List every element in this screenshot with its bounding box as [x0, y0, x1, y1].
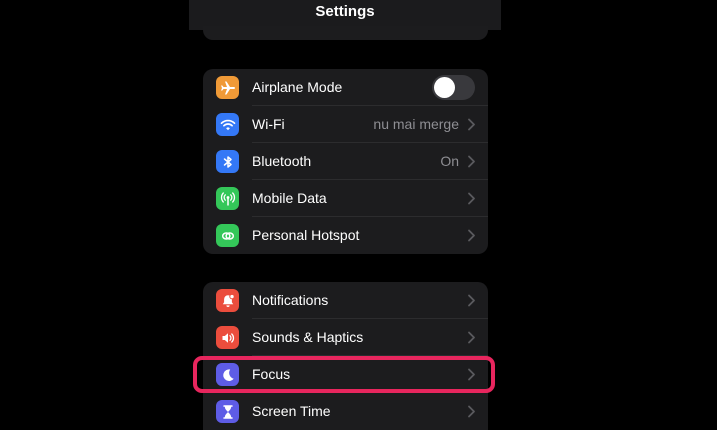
hourglass-icon: [216, 400, 239, 423]
settings-row-wifi[interactable]: Wi-Fi nu mai merge: [203, 106, 488, 143]
wifi-network-value: nu mai merge: [373, 116, 459, 132]
notifications-group: Notifications Sounds & Haptics Focus Scr…: [203, 282, 488, 430]
previous-settings-group: [203, 26, 488, 40]
settings-row-label: Wi-Fi: [252, 116, 285, 132]
chevron-right-icon: [468, 155, 475, 168]
settings-row-airplane-mode: Airplane Mode: [203, 69, 488, 106]
settings-row-notifications[interactable]: Notifications: [203, 282, 488, 319]
settings-row-screen-time[interactable]: Screen Time: [203, 393, 488, 430]
settings-row-label: Mobile Data: [252, 190, 327, 206]
speaker-icon: [216, 326, 239, 349]
chevron-right-icon: [468, 368, 475, 381]
chevron-right-icon: [468, 331, 475, 344]
bluetooth-icon: [216, 150, 239, 173]
chevron-right-icon: [468, 118, 475, 131]
settings-row-label: Personal Hotspot: [252, 227, 360, 243]
settings-row-personal-hotspot[interactable]: Personal Hotspot: [203, 217, 488, 254]
settings-row-label: Notifications: [252, 292, 329, 308]
moon-icon: [216, 363, 239, 386]
antenna-icon: [216, 187, 239, 210]
page-title: Settings: [315, 3, 375, 20]
settings-row-label: Bluetooth: [252, 153, 312, 169]
chevron-right-icon: [468, 229, 475, 242]
chevron-right-icon: [468, 405, 475, 418]
airplane-icon: [216, 76, 239, 99]
bluetooth-status-value: On: [440, 153, 459, 169]
settings-row-label: Airplane Mode: [252, 79, 343, 95]
settings-row-label: Sounds & Haptics: [252, 329, 364, 345]
settings-row-sounds-haptics[interactable]: Sounds & Haptics: [203, 319, 488, 356]
chevron-right-icon: [468, 192, 475, 205]
chevron-right-icon: [468, 294, 475, 307]
airplane-mode-toggle[interactable]: [432, 75, 475, 100]
wifi-icon: [216, 113, 239, 136]
settings-screen: Settings Airplane Mode Wi-Fi nu mai merg…: [189, 0, 501, 430]
connectivity-group: Airplane Mode Wi-Fi nu mai merge Bluetoo…: [203, 69, 488, 254]
toggle-knob: [434, 77, 455, 98]
settings-row-label: Screen Time: [252, 403, 331, 419]
settings-row-label: Focus: [252, 366, 291, 382]
hotspot-icon: [216, 224, 239, 247]
bell-icon: [216, 289, 239, 312]
settings-row-bluetooth[interactable]: Bluetooth On: [203, 143, 488, 180]
settings-row-focus[interactable]: Focus: [203, 356, 488, 393]
settings-row-mobile-data[interactable]: Mobile Data: [203, 180, 488, 217]
